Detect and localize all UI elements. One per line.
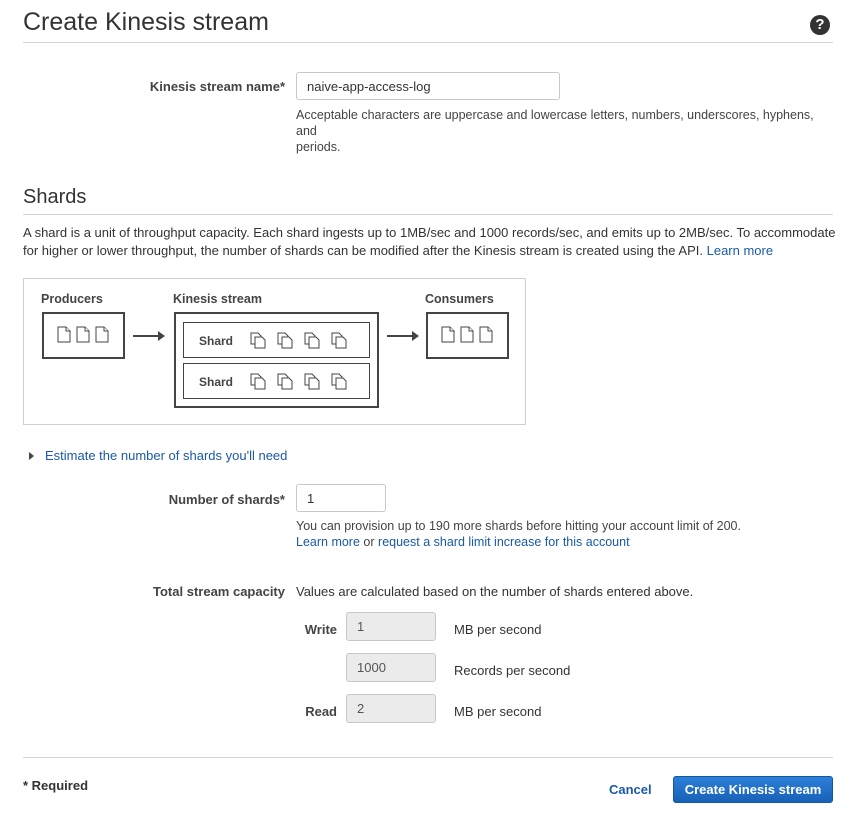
shards-section-title: Shards: [23, 186, 87, 208]
num-shards-input[interactable]: [296, 484, 386, 512]
read-label: Read: [305, 704, 337, 719]
consumers-label: Consumers: [425, 292, 494, 306]
producers-box: [42, 312, 125, 359]
shards-divider: [23, 214, 833, 215]
or-text: or: [363, 535, 375, 549]
shards-desc-line1: A shard is a unit of throughput capacity…: [23, 225, 836, 240]
shards-description: A shard is a unit of throughput capacity…: [23, 224, 838, 260]
cancel-button[interactable]: Cancel: [609, 782, 652, 797]
producers-arrow-line: [133, 335, 159, 337]
write-records-unit: Records per second: [454, 663, 571, 678]
num-shards-help-line1: You can provision up to 190 more shards …: [296, 519, 741, 533]
shards-learn-more-link[interactable]: Learn more: [707, 243, 773, 258]
capacity-note: Values are calculated based on the numbe…: [296, 584, 694, 599]
document-icon: [441, 326, 493, 343]
num-shards-label: Number of shards*: [168, 492, 285, 507]
stream-name-help-line2: periods.: [296, 140, 341, 154]
create-stream-button[interactable]: Create Kinesis stream: [673, 776, 833, 803]
footer-divider: [23, 757, 833, 758]
stream-name-help: Acceptable characters are uppercase and …: [296, 107, 836, 155]
kinesis-stream-box: Shard Shard: [174, 312, 379, 408]
consumers-arrow-line: [387, 335, 413, 337]
stacked-document-icon: [250, 332, 347, 349]
num-shards-learn-more-link[interactable]: Learn more: [296, 535, 360, 549]
kinesis-stream-label: Kinesis stream: [173, 292, 262, 306]
producers-label: Producers: [41, 292, 103, 306]
arrow-right-icon: [158, 331, 165, 341]
stream-name-help-line1: Acceptable characters are uppercase and …: [296, 108, 814, 138]
page-title: Create Kinesis stream: [23, 8, 269, 36]
write-records-input: [346, 653, 436, 682]
shard-row: Shard: [183, 322, 370, 358]
read-mb-unit: MB per second: [454, 704, 542, 719]
shard-label: Shard: [199, 334, 234, 348]
stream-name-input[interactable]: [296, 72, 560, 100]
write-mb-unit: MB per second: [454, 622, 542, 637]
shards-desc-line2: for higher or lower throughput, the numb…: [23, 243, 703, 258]
num-shards-help: You can provision up to 190 more shards …: [296, 518, 836, 550]
read-mb-input: [346, 694, 436, 723]
shard-limit-increase-link[interactable]: request a shard limit increase for this …: [378, 535, 630, 549]
stream-name-label: Kinesis stream name*: [149, 79, 285, 94]
arrow-right-icon: [412, 331, 419, 341]
capacity-label: Total stream capacity: [153, 584, 285, 599]
write-label: Write: [304, 622, 337, 637]
shard-diagram: Producers Kinesis stream Shard Shard Con…: [23, 278, 526, 425]
header-divider: [23, 42, 833, 43]
shard-row: Shard: [183, 363, 370, 399]
consumers-box: [426, 312, 509, 359]
estimate-shards-link[interactable]: Estimate the number of shards you'll nee…: [45, 448, 287, 463]
write-mb-input: [346, 612, 436, 641]
caret-right-icon[interactable]: [29, 452, 34, 460]
question-circle-icon[interactable]: ?: [810, 15, 830, 35]
document-icon: [57, 326, 109, 343]
required-note: * Required: [23, 778, 89, 793]
shard-label: Shard: [199, 375, 234, 389]
stacked-document-icon: [250, 373, 347, 390]
